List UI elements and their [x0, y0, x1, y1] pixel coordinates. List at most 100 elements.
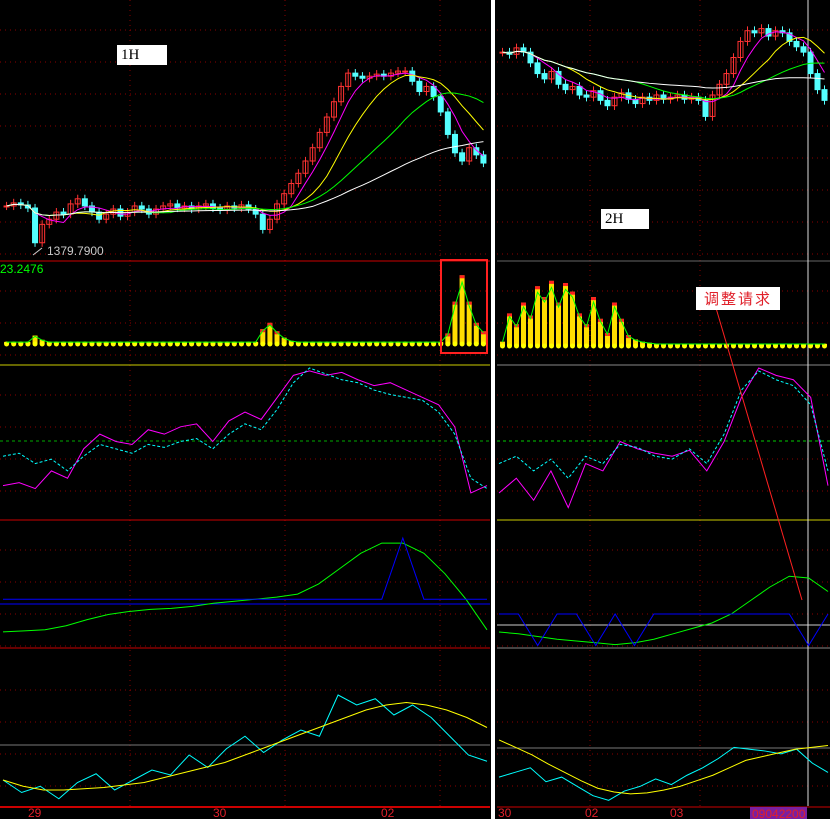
right-timeframe-label: 2H — [601, 209, 649, 229]
volume-bar — [466, 301, 472, 344]
x-axis-label: 30 — [213, 806, 227, 819]
volume-dot — [633, 343, 638, 349]
volume-bar-cap — [591, 297, 596, 301]
volume-dot — [612, 343, 617, 349]
indicator-line-blue — [3, 536, 487, 600]
indicator-line-green — [498, 575, 829, 646]
volume-dot — [260, 341, 266, 347]
indicator-line-yellow — [2, 701, 488, 791]
volume-dot — [452, 341, 458, 347]
candle-body — [604, 99, 611, 107]
indicator-value: 23.2476 — [0, 262, 44, 276]
annotation-arrow — [715, 307, 803, 601]
volume-dot — [267, 341, 273, 347]
x-axis-label: 29 — [28, 806, 42, 819]
volume-bar-cap — [549, 280, 554, 284]
candle-body — [259, 213, 266, 230]
volume-dot — [521, 343, 526, 349]
volume-dot — [598, 343, 603, 349]
indicator-line-solid — [498, 367, 829, 509]
candle-body — [793, 40, 800, 48]
volume-bar — [528, 315, 533, 346]
candle-body — [800, 46, 807, 53]
volume-dot — [500, 343, 505, 349]
volume-dot — [473, 341, 479, 347]
chart-canvas[interactable] — [0, 0, 830, 819]
volume-bar — [619, 318, 624, 346]
indicator-line-dashed — [2, 367, 488, 489]
left-timeframe-label: 1H — [117, 45, 167, 65]
annotation-label[interactable]: 调整请求 — [696, 287, 781, 310]
candle-body — [60, 211, 67, 215]
indicator-line-cyan — [498, 746, 829, 801]
candle-body — [821, 89, 828, 101]
candle-body — [437, 96, 444, 113]
panel-split — [491, 0, 495, 819]
indicator-line-cyan — [2, 694, 488, 800]
candle-body — [444, 111, 451, 135]
moving-average-line — [502, 50, 825, 89]
volume-bar — [452, 301, 458, 344]
indicator-line-dashed — [498, 370, 829, 480]
candle-body — [138, 205, 145, 210]
volume-bar-cap — [459, 275, 465, 279]
volume-dot — [640, 343, 645, 349]
candle-body — [555, 70, 562, 85]
volume-dot — [563, 343, 568, 349]
x-axis-label: 02 — [585, 806, 599, 819]
volume-dot — [480, 341, 486, 347]
volume-dot — [39, 341, 45, 347]
volume-bar — [598, 318, 603, 346]
volume-dot — [647, 343, 652, 349]
low-price-label: 1379.7900 — [47, 244, 104, 258]
volume-dot — [591, 343, 596, 349]
volume-bar-cap — [521, 302, 526, 306]
candle-body — [451, 133, 458, 154]
candle-body — [459, 152, 466, 162]
candle-body — [352, 72, 359, 77]
volume-bar-cap — [612, 302, 617, 306]
indicator-line-blue — [499, 613, 829, 647]
x-axis-label: 30 — [498, 806, 512, 819]
candle-body — [3, 205, 10, 208]
indicator-line-solid — [2, 370, 488, 494]
volume-dot — [535, 343, 540, 349]
time-cursor-label: 09042200 — [750, 807, 808, 819]
volume-dot — [528, 343, 533, 349]
candle-body — [576, 85, 583, 96]
candle-body — [751, 30, 758, 34]
volume-bar — [473, 322, 479, 344]
volume-bar-cap — [563, 283, 568, 287]
volume-dot — [549, 343, 554, 349]
volume-dot — [507, 343, 512, 349]
volume-dot — [626, 343, 631, 349]
candle-body — [402, 70, 409, 73]
volume-bar — [612, 302, 617, 346]
candle-body — [480, 154, 487, 164]
volume-dot — [577, 343, 582, 349]
volume-bar-cap — [535, 286, 540, 290]
candle-body — [534, 62, 541, 75]
volume-bar — [570, 291, 575, 346]
volume-bar — [459, 275, 465, 344]
candle-body — [541, 73, 548, 80]
volume-dot — [445, 341, 451, 347]
volume-dot — [556, 343, 561, 349]
candle-body — [597, 90, 604, 101]
volume-dot — [605, 343, 610, 349]
volume-dot — [288, 341, 294, 347]
candle-body — [359, 75, 366, 79]
moving-average-line — [502, 36, 825, 101]
candle-body — [416, 80, 423, 93]
candle-body — [409, 70, 416, 82]
moving-average-line — [6, 74, 484, 216]
x-axis-label: 03 — [670, 806, 684, 819]
volume-dot — [570, 343, 575, 349]
volume-bar — [514, 324, 519, 346]
candle-body — [562, 83, 569, 91]
volume-dot — [584, 343, 589, 349]
candle-body — [702, 99, 709, 117]
volume-dot — [514, 343, 519, 349]
volume-dot — [466, 341, 472, 347]
candle-body — [81, 198, 88, 207]
